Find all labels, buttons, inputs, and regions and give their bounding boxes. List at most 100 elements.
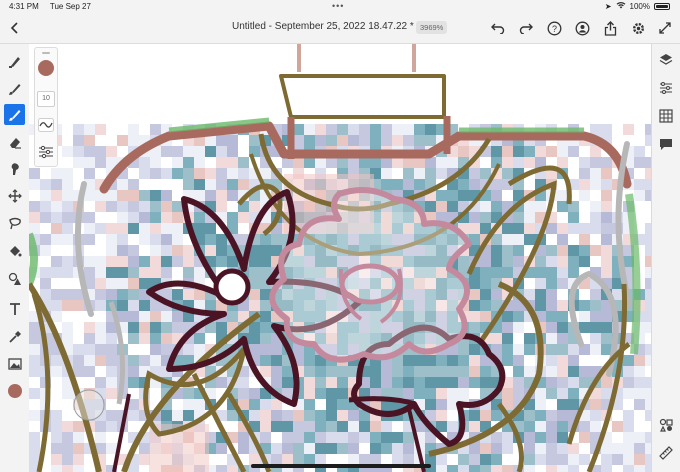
pixel-cell (414, 157, 425, 168)
pixel-cell (502, 388, 513, 399)
pixel-cell (425, 135, 436, 146)
back-chevron-icon[interactable] (6, 19, 24, 37)
document-title-area[interactable]: Untitled - September 25, 2022 18.47.22 * (232, 21, 427, 32)
pixel-cell (601, 256, 612, 267)
document-title[interactable]: Untitled - September 25, 2022 18.47.22 * (232, 21, 414, 32)
layers-icon[interactable] (658, 52, 674, 68)
adjustments-icon[interactable] (658, 80, 674, 96)
pixel-cell (502, 223, 513, 234)
pixel-cell (425, 399, 436, 410)
pixel-cell (216, 146, 227, 157)
pixel-cell (337, 421, 348, 432)
pixel-cell (139, 179, 150, 190)
pixel-cell (502, 432, 513, 443)
pixel-cell (568, 388, 579, 399)
pixel-cell (469, 322, 480, 333)
zoom-level[interactable]: 3969% (416, 21, 448, 34)
brush-size-field[interactable]: 10 (37, 91, 55, 107)
pixel-cell (436, 201, 447, 212)
pixel-cell (106, 256, 117, 267)
pixel-cell (95, 223, 106, 234)
invite-user-icon[interactable] (573, 19, 591, 37)
help-icon[interactable]: ? (545, 19, 563, 37)
brush-options-sliders-icon[interactable] (38, 145, 54, 164)
pixel-cell (150, 344, 161, 355)
pixel-cell (480, 212, 491, 223)
pixel-cell (579, 454, 590, 465)
artwork[interactable] (29, 44, 651, 472)
image-icon[interactable] (4, 353, 25, 374)
comment-icon[interactable] (658, 136, 674, 152)
left-toolbar (0, 44, 30, 472)
ruler-icon[interactable] (658, 445, 674, 461)
pixel-cell (29, 355, 40, 366)
eyedropper-icon[interactable] (4, 326, 25, 347)
pixel-cell (106, 124, 117, 135)
brush-curve-icon[interactable] (38, 118, 54, 137)
assets-icon[interactable] (658, 417, 674, 433)
pixel-cell (62, 278, 73, 289)
pixel-cell (590, 212, 601, 223)
pixel-cell (337, 410, 348, 421)
undo-icon[interactable] (489, 19, 507, 37)
pixel-cell (557, 465, 568, 472)
pixel-cell (557, 443, 568, 454)
pixel-cell (216, 234, 227, 245)
pixel-cell (392, 168, 403, 179)
redo-icon[interactable] (517, 19, 535, 37)
pixel-cell (62, 146, 73, 157)
pixel-cell (271, 443, 282, 454)
multitask-dots[interactable]: ••• (332, 0, 344, 13)
drag-handle[interactable] (42, 52, 50, 54)
pixel-cell (502, 190, 513, 201)
pixel-cell (634, 201, 645, 212)
pixel-cell (623, 399, 634, 410)
pixel-cell (315, 432, 326, 443)
pixel-cell (194, 223, 205, 234)
pixel-cell (106, 333, 117, 344)
pixel-cell (260, 256, 271, 267)
pixel-cell (524, 443, 535, 454)
pixel-cell (29, 190, 40, 201)
fill-brush-icon[interactable] (4, 104, 25, 125)
pixel-cell (271, 377, 282, 388)
pixel-cell (227, 311, 238, 322)
pixel-cell (392, 377, 403, 388)
vector-brush-icon[interactable] (4, 78, 25, 99)
pixel-cell (524, 157, 535, 168)
smudge-icon[interactable] (4, 158, 25, 179)
lasso-icon[interactable] (4, 212, 25, 233)
pixel-cell (40, 223, 51, 234)
brush-color-swatch[interactable] (38, 60, 54, 76)
pixel-cell (271, 421, 282, 432)
pixel-cell (62, 124, 73, 135)
pixel-cell (403, 366, 414, 377)
share-icon[interactable] (601, 19, 619, 37)
text-icon[interactable] (4, 298, 25, 319)
pixel-cell (29, 443, 40, 454)
pixel-cell (95, 168, 106, 179)
pixel-cell (51, 300, 62, 311)
pixel-cell (491, 256, 502, 267)
pixel-cell (381, 124, 392, 135)
pixel-cell (348, 124, 359, 135)
pixel-cell (546, 267, 557, 278)
pixel-cell (40, 168, 51, 179)
color-swatch[interactable] (4, 380, 25, 401)
grid-icon[interactable] (658, 108, 674, 124)
pixel-cell (590, 289, 601, 300)
pixel-cell (469, 410, 480, 421)
pixel-brush-icon[interactable] (4, 51, 25, 72)
pixel-cell (568, 146, 579, 157)
pixel-cell (634, 190, 645, 201)
pixel-cell (161, 410, 172, 421)
eraser-icon[interactable] (4, 132, 25, 153)
shape-icon[interactable] (4, 268, 25, 289)
pixel-cell (568, 344, 579, 355)
paint-bucket-icon[interactable] (4, 240, 25, 261)
pixel-cell (414, 377, 425, 388)
settings-gear-icon[interactable] (629, 19, 647, 37)
transform-icon[interactable] (4, 185, 25, 206)
drawing-canvas[interactable] (29, 44, 651, 472)
fullscreen-icon[interactable] (656, 19, 674, 37)
